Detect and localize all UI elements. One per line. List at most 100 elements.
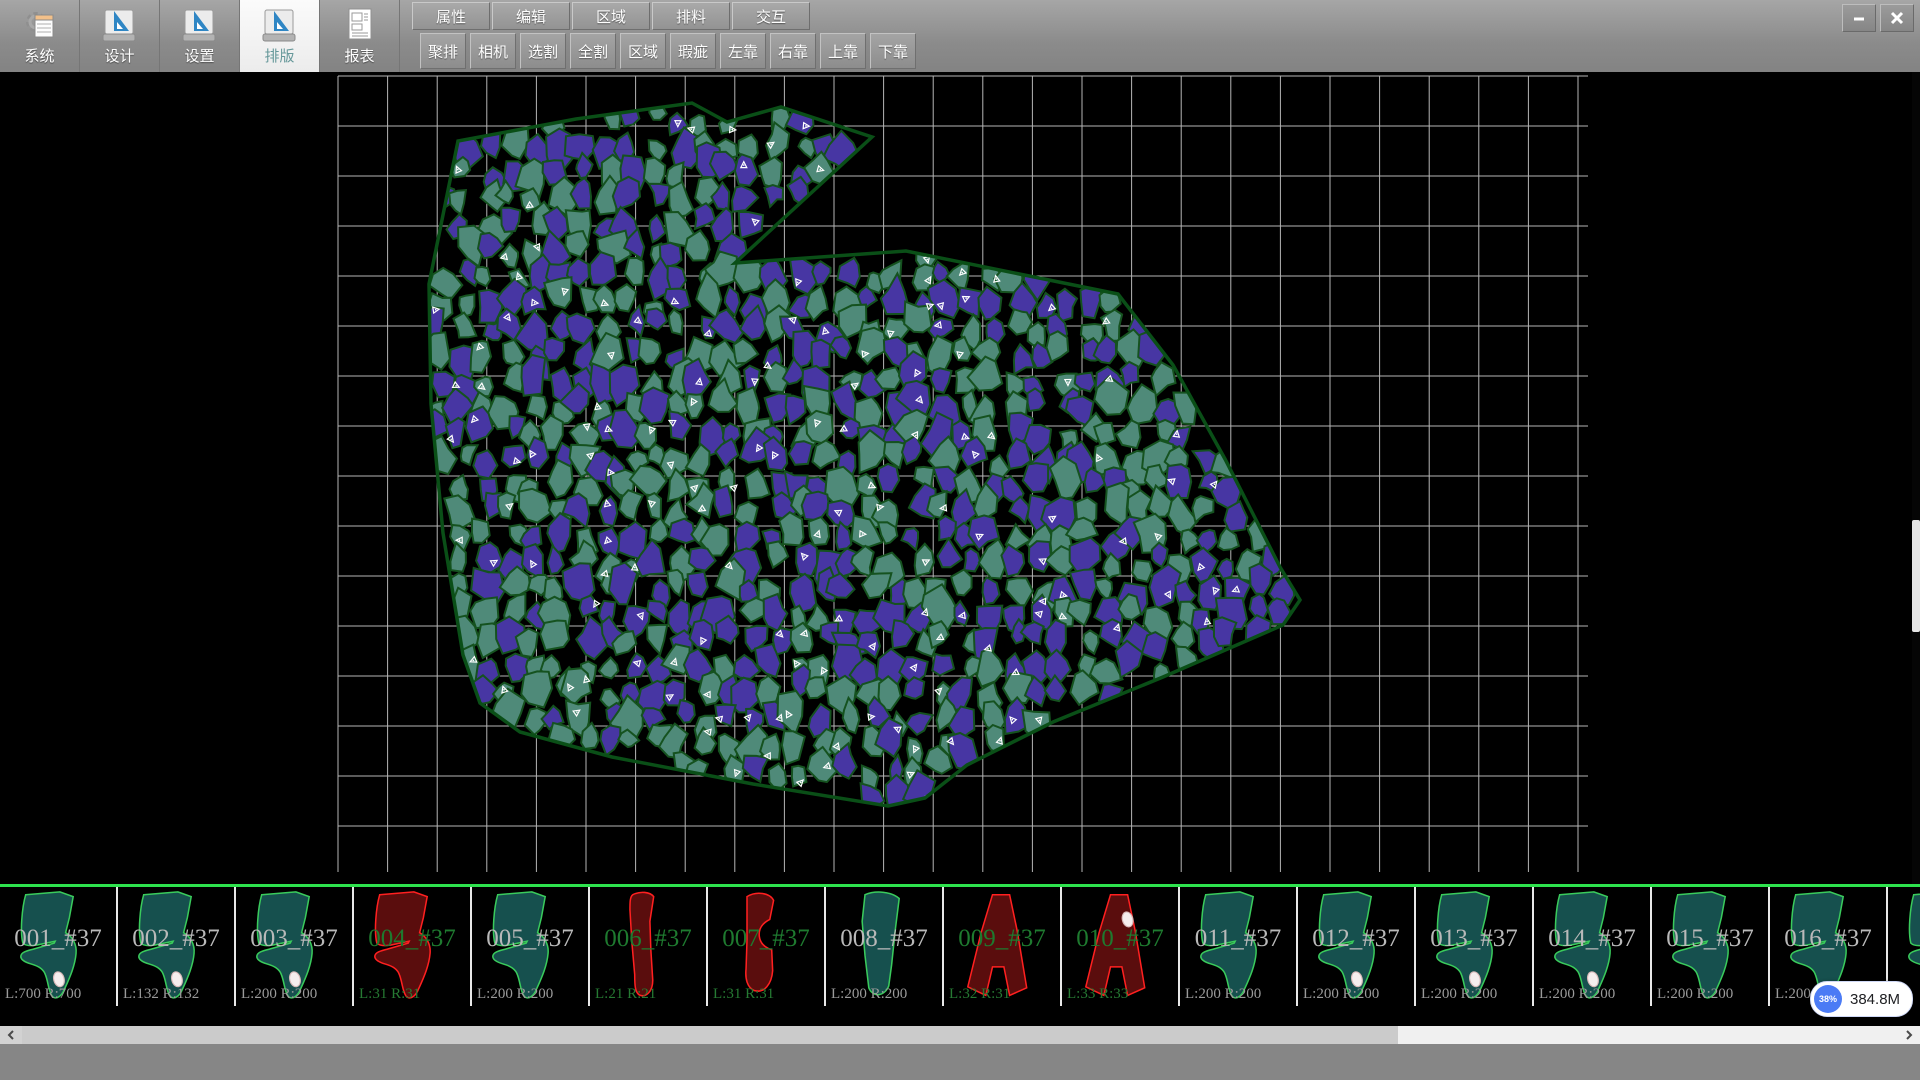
piece-counts: L:200 R:200: [1657, 986, 1733, 1003]
tab-4[interactable]: 排料: [652, 2, 730, 30]
tab-2[interactable]: 编辑: [492, 2, 570, 30]
gear-icon: [22, 7, 58, 45]
pieces-strip: 001_#37L:700 R:700 002_#37 L:132 R:132 003_…: [0, 884, 1920, 1006]
piece-counts: L:200 R:200: [1539, 986, 1615, 1003]
nav-button-3[interactable]: 设置: [160, 0, 240, 72]
badge-size-label: 384.8M: [1850, 991, 1900, 1008]
ribbon-button-1[interactable]: 聚排: [420, 33, 466, 69]
piece-counts: L:200 R:200: [1185, 986, 1261, 1003]
piece-thumbnail-7[interactable]: 007_#37 L:31 R:31: [708, 887, 826, 1006]
piece-thumbnail-3[interactable]: 003_#37L:200 R:200: [236, 887, 354, 1006]
piece-label: 010_#37: [1076, 925, 1164, 953]
download-badge[interactable]: 38% 384.8M: [1810, 981, 1913, 1017]
ruler-icon: [182, 4, 218, 48]
piece-counts: L:21 R:21: [595, 986, 656, 1003]
piece-thumbnail-11[interactable]: 011_#37 L:200 R:200: [1180, 887, 1298, 1006]
ruler-icon: [102, 7, 138, 45]
progress-circle: 38%: [1814, 985, 1842, 1013]
report-icon: [342, 4, 378, 48]
piece-label: 012_#37: [1312, 925, 1400, 953]
canvas-svg: [0, 72, 1920, 884]
minimize-button[interactable]: [1842, 4, 1876, 32]
piece-label: 009_#37: [958, 925, 1046, 953]
piece-counts: L:33 R:33: [1067, 986, 1128, 1003]
nav-label: 设计: [104, 48, 134, 66]
piece-counts: L:31 R:31: [713, 986, 774, 1003]
nesting-canvas[interactable]: [0, 72, 1920, 884]
piece-thumbnail-13[interactable]: 013_#37L:200 R:200: [1416, 887, 1534, 1006]
close-button[interactable]: [1880, 4, 1914, 32]
ribbon-button-9[interactable]: 上靠: [820, 33, 866, 69]
window-controls: [1842, 4, 1914, 32]
piece-label: 001_#37: [14, 925, 102, 953]
piece-label: 004_#37: [368, 925, 456, 953]
piece-counts: L:200 R:200: [1303, 986, 1379, 1003]
ruler-icon: [262, 4, 298, 48]
ribbon-button-3[interactable]: 选割: [520, 33, 566, 69]
piece-thumbnail-10[interactable]: 010_#37 L:33 R:33: [1062, 887, 1180, 1006]
piece-counts: L:132 R:132: [123, 986, 199, 1003]
piece-counts: L:200 R:200: [831, 986, 907, 1003]
ribbon-buttons: 聚排相机选割全割区域瑕疵左靠右靠上靠下靠: [420, 33, 920, 69]
vertical-scrollbar[interactable]: [1912, 72, 1920, 884]
horizontal-scrollbar-thumb[interactable]: [22, 1026, 1398, 1044]
scroll-left-button[interactable]: [0, 1026, 22, 1044]
piece-thumbnail-8[interactable]: 008_#37 L:200 R:200: [826, 887, 944, 1006]
ruler-icon: [102, 4, 138, 48]
nav-label: 报表: [344, 48, 374, 66]
scroll-right-button[interactable]: [1898, 1026, 1920, 1044]
nav-label: 设置: [184, 48, 214, 66]
piece-counts: L:200 R:200: [1421, 986, 1497, 1003]
chevron-left-icon: [6, 1030, 16, 1040]
vertical-scrollbar-thumb[interactable]: [1912, 520, 1920, 632]
piece-counts: L:32 R:31: [949, 986, 1010, 1003]
tab-1[interactable]: 属性: [412, 2, 490, 30]
piece-label: 011_#37: [1195, 925, 1282, 953]
app-nav: 系统 设计 设置 排版 报表: [0, 0, 400, 72]
chevron-right-icon: [1904, 1030, 1914, 1040]
piece-counts: L:31 R:31: [359, 986, 420, 1003]
piece-label: 015_#37: [1666, 925, 1754, 953]
piece-label: 003_#37: [250, 925, 338, 953]
tab-3[interactable]: 区域: [572, 2, 650, 30]
app-window: 系统设计设置排版报表 属性编辑区域排料交互 聚排相机选割全割区域瑕疵左靠右靠上靠…: [0, 0, 1920, 1080]
piece-thumbnail-1[interactable]: 001_#37L:700 R:700: [0, 887, 118, 1006]
nav-button-2[interactable]: 设计: [80, 0, 160, 72]
ruler-icon: [262, 7, 298, 45]
piece-thumbnail-4[interactable]: 004_#37 L:31 R:31: [354, 887, 472, 1006]
piece-thumbnail-14[interactable]: 014_#37 L:200 R:200: [1534, 887, 1652, 1006]
piece-label: 014_#37: [1548, 925, 1636, 953]
nav-label: 系统: [24, 48, 54, 66]
piece-label: 002_#37: [132, 925, 220, 953]
piece-thumbnail-9[interactable]: 009_#37 L:32 R:31: [944, 887, 1062, 1006]
nav-button-5[interactable]: 报表: [320, 0, 400, 72]
horizontal-scrollbar[interactable]: [0, 1026, 1920, 1044]
status-bar: [0, 1044, 1920, 1080]
piece-label: 005_#37: [486, 925, 574, 953]
piece-label: 016_#37: [1784, 925, 1872, 953]
ribbon-button-4[interactable]: 全割: [570, 33, 616, 69]
piece-thumbnail-5[interactable]: 005_#37 L:200 R:200: [472, 887, 590, 1006]
ribbon-button-5[interactable]: 区域: [620, 33, 666, 69]
ribbon-button-8[interactable]: 右靠: [770, 33, 816, 69]
ribbon-button-6[interactable]: 瑕疵: [670, 33, 716, 69]
close-icon: [1890, 11, 1904, 25]
piece-thumbnail-6[interactable]: 006_#37L:21 R:21: [590, 887, 708, 1006]
ribbon-button-10[interactable]: 下靠: [870, 33, 916, 69]
ruler-icon: [182, 7, 218, 45]
piece-counts: L:200 R:200: [477, 986, 553, 1003]
ribbon-button-7[interactable]: 左靠: [720, 33, 766, 69]
piece-thumbnail-12[interactable]: 012_#37 L:200 R:200: [1298, 887, 1416, 1006]
menu-area: 属性编辑区域排料交互 聚排相机选割全割区域瑕疵左靠右靠上靠下靠: [412, 0, 1840, 72]
nav-button-4[interactable]: 排版: [240, 0, 320, 72]
piece-thumbnail-2[interactable]: 002_#37 L:132 R:132: [118, 887, 236, 1006]
tab-5[interactable]: 交互: [732, 2, 810, 30]
piece-label: 008_#37: [840, 925, 928, 953]
piece-thumbnail-15[interactable]: 015_#37 L:200 R:200: [1652, 887, 1770, 1006]
minimize-icon: [1852, 11, 1866, 25]
nav-button-1[interactable]: 系统: [0, 0, 80, 72]
gear-icon: [22, 4, 58, 48]
nav-label: 排版: [264, 48, 294, 66]
ribbon-button-2[interactable]: 相机: [470, 33, 516, 69]
piece-label: 007_#37: [722, 925, 810, 953]
